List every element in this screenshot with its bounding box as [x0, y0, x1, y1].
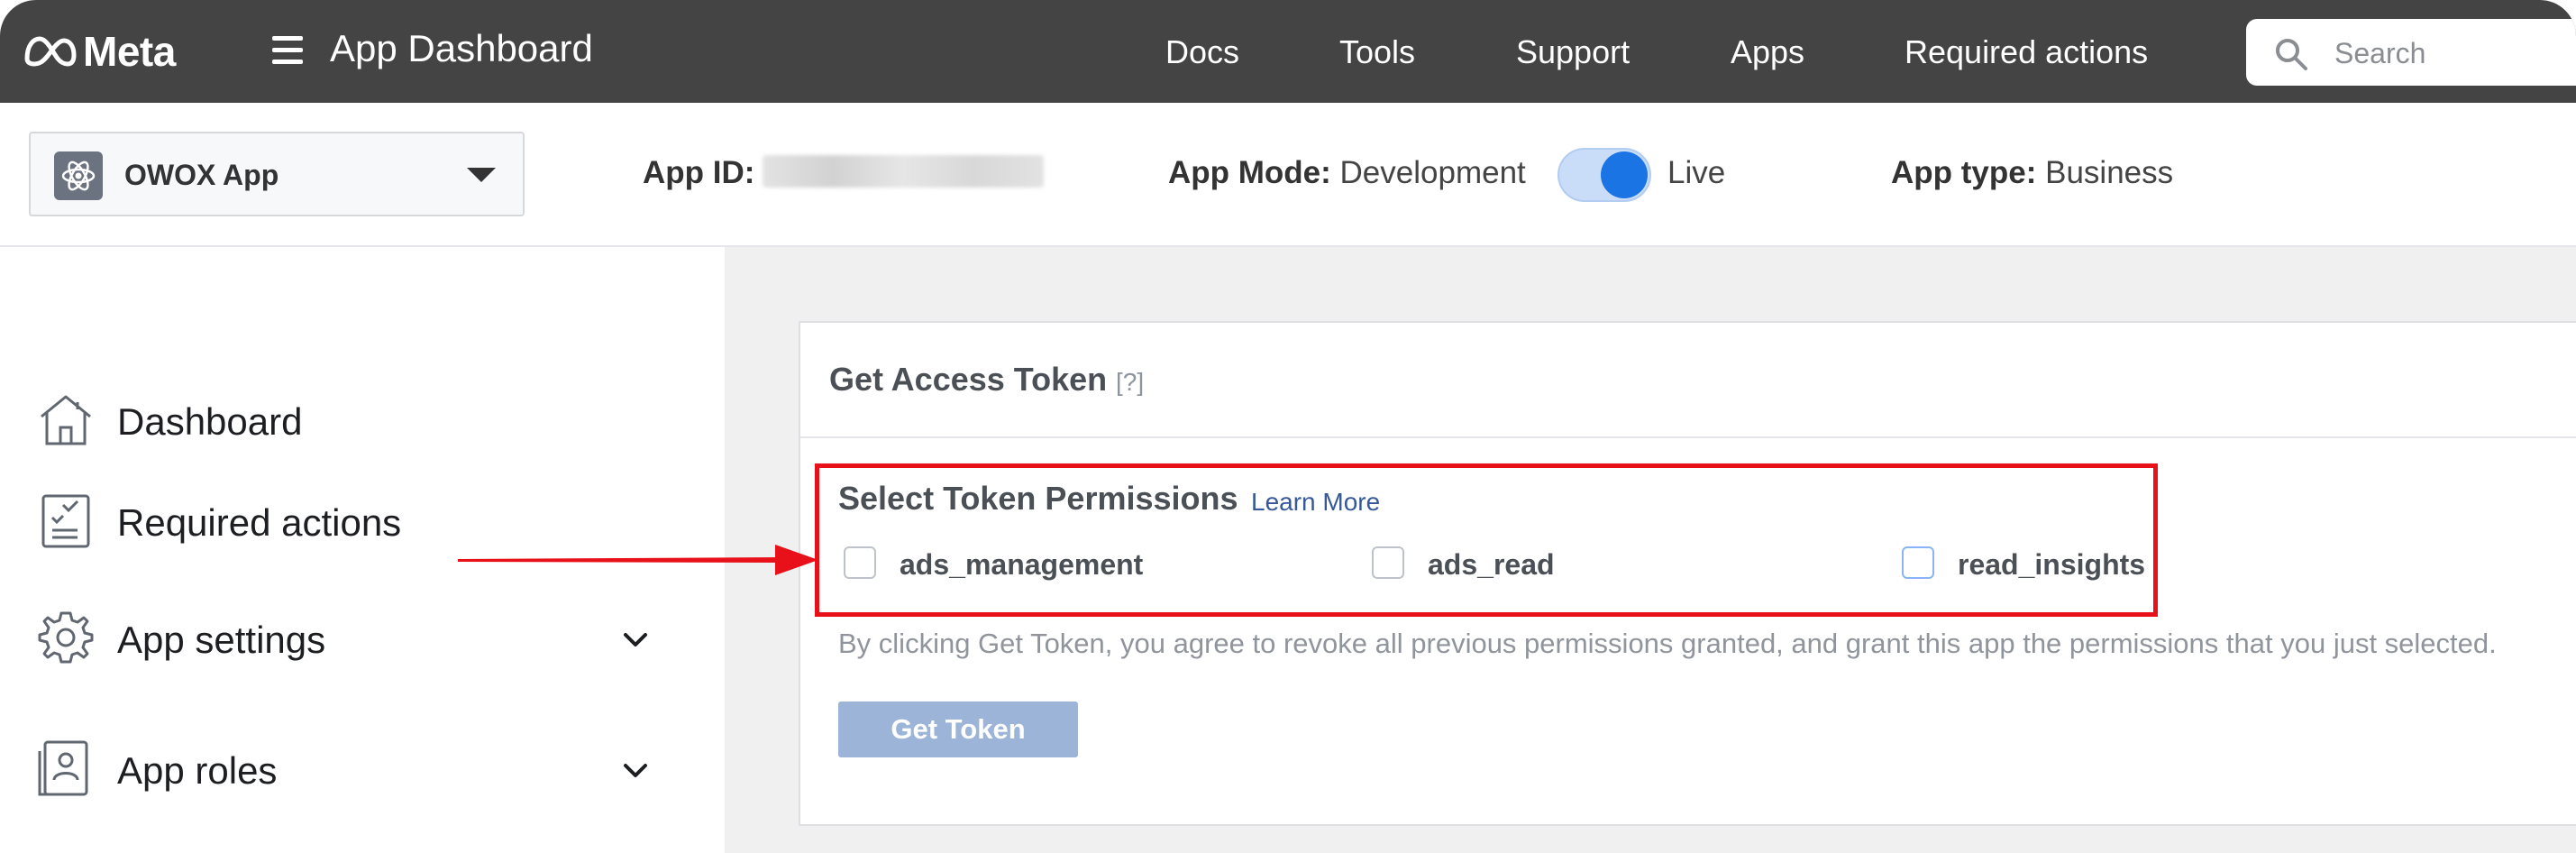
app-id-redacted-value [763, 155, 1044, 188]
nav-tools[interactable]: Tools [1339, 33, 1415, 71]
app-info-bar: OWOX App App ID: App Mode: Development L… [0, 103, 2576, 247]
get-token-button[interactable]: Get Token [838, 702, 1078, 757]
nav-docs[interactable]: Docs [1165, 33, 1239, 71]
app-mode-live-text: Live [1667, 155, 1726, 190]
meta-infinity-icon [24, 36, 77, 67]
search-input[interactable] [2333, 33, 2576, 73]
permissions-title: Select Token Permissions [838, 480, 1238, 517]
permission-label: ads_management [900, 548, 1144, 581]
checklist-icon [36, 491, 96, 550]
sidebar-item-app-roles[interactable]: App roles [36, 738, 667, 802]
sidebar-item-app-settings[interactable]: App settings [36, 608, 667, 671]
app-name: OWOX App [124, 159, 279, 191]
chevron-down-icon[interactable] [620, 624, 651, 655]
search-icon [2276, 39, 2307, 70]
app-mode-development-text: Development [1339, 155, 1526, 190]
sidebar-item-label: App roles [117, 749, 278, 792]
caret-down-icon [467, 168, 496, 182]
app-selector-dropdown[interactable]: OWOX App [29, 132, 525, 216]
id-badge-icon [36, 738, 96, 798]
sidebar-item-label: App settings [117, 619, 326, 661]
app-dashboard-title[interactable]: App Dashboard [330, 27, 593, 70]
chevron-down-icon[interactable] [620, 755, 651, 785]
hamburger-menu-icon[interactable] [272, 36, 303, 65]
nav-support[interactable]: Support [1516, 33, 1630, 71]
checkbox[interactable] [1902, 546, 1934, 579]
nav-required-actions[interactable]: Required actions [1905, 33, 2148, 71]
meta-logo[interactable]: Meta [22, 28, 176, 75]
meta-wordmark: Meta [83, 28, 176, 75]
home-icon [36, 390, 96, 449]
disclaimer-text: By clicking Get Token, you agree to revo… [838, 628, 2497, 659]
permission-label: ads_read [1428, 548, 1555, 581]
sidebar-item-label: Dashboard [117, 400, 303, 443]
app-type-value: Business [2045, 155, 2174, 190]
app-window: Meta App Dashboard Docs Tools Support Ap… [0, 0, 2576, 853]
checkbox[interactable] [844, 546, 876, 579]
nav-apps[interactable]: Apps [1731, 33, 1804, 71]
search-box[interactable] [2246, 19, 2576, 86]
help-link[interactable]: [?] [1116, 368, 1144, 397]
toggle-knob [1601, 151, 1648, 198]
top-bar: Meta App Dashboard Docs Tools Support Ap… [0, 0, 2576, 103]
sidebar-item-label: Required actions [117, 501, 402, 544]
gear-icon [36, 608, 96, 667]
app-mode-label: App Mode: Development [1168, 155, 1526, 190]
permission-label: read_insights [1958, 548, 2146, 581]
checkbox[interactable] [1372, 546, 1404, 579]
app-type-label: App type: Business [1891, 155, 2174, 190]
card-title: Get Access Token [829, 361, 1108, 398]
app-id-label: App ID: [643, 155, 755, 190]
annotation-arrow-icon [458, 545, 818, 575]
sidebar-item-dashboard[interactable]: Dashboard [36, 390, 667, 453]
learn-more-link[interactable]: Learn More [1251, 488, 1380, 517]
app-atom-icon [54, 151, 103, 200]
card-header: Get Access Token [?] [800, 323, 2576, 438]
app-mode-toggle[interactable] [1557, 148, 1651, 202]
